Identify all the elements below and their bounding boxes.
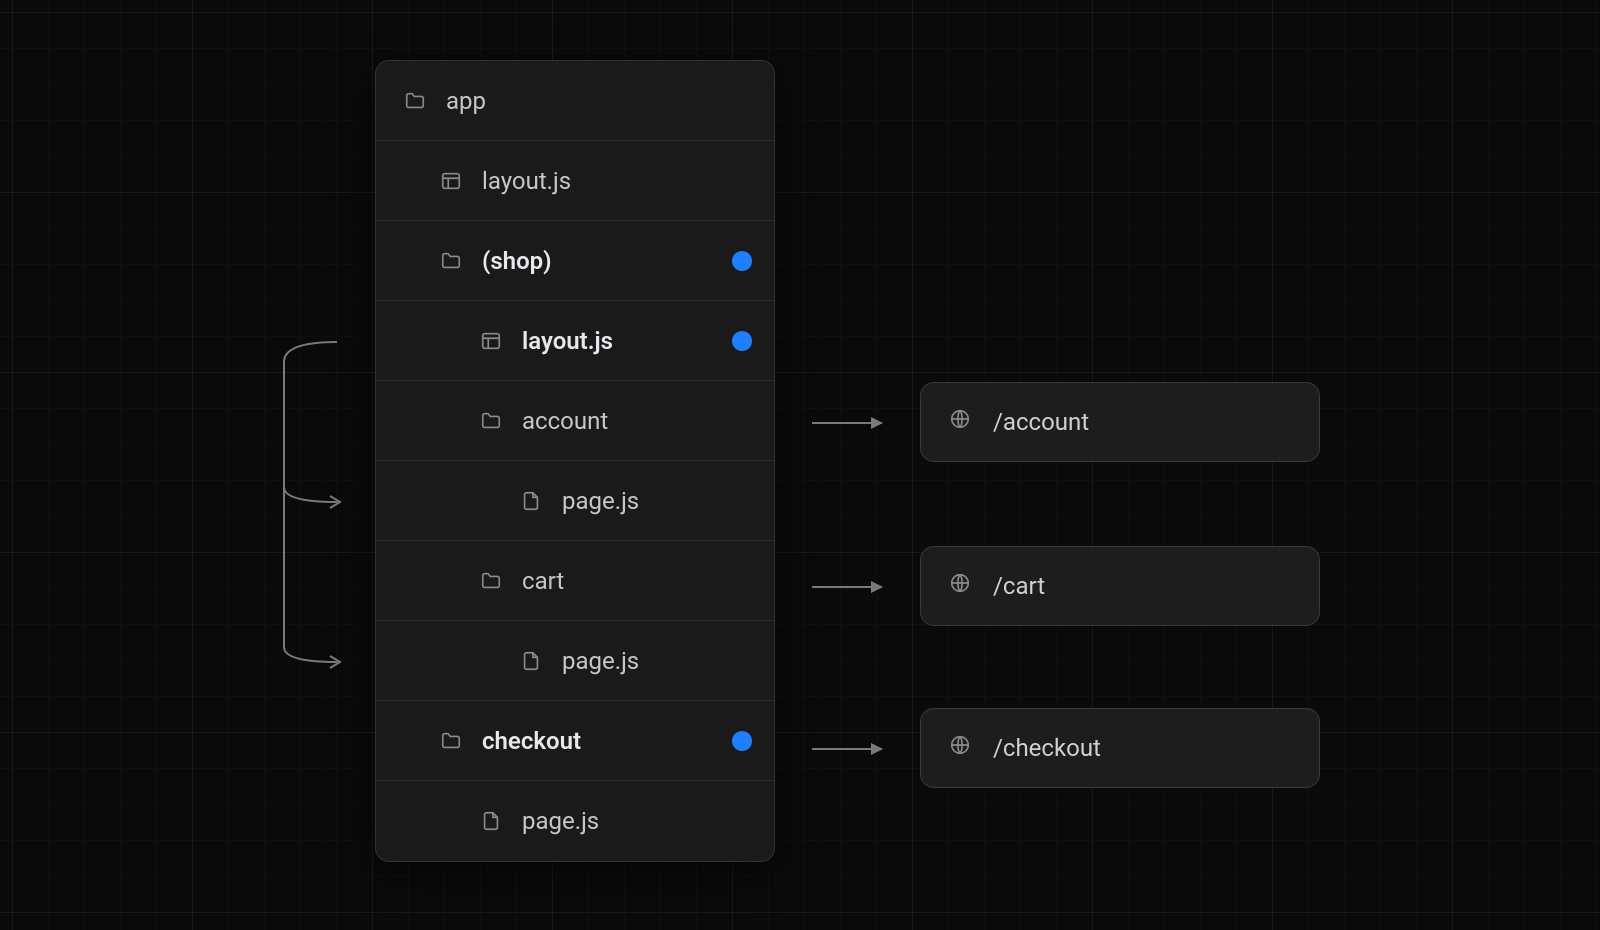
tree-row-layout: layout.js bbox=[376, 141, 774, 221]
tree-label: page.js bbox=[562, 487, 774, 515]
arrow-icon bbox=[812, 586, 882, 588]
tree-row-cart: cart bbox=[376, 541, 774, 621]
route-url-account: /account bbox=[920, 382, 1320, 462]
file-tree-panel: app layout.js (shop) layout.js account p… bbox=[375, 60, 775, 862]
tree-row-checkout: checkout bbox=[376, 701, 774, 781]
tree-label: layout.js bbox=[522, 327, 732, 355]
route-url-cart: /cart bbox=[920, 546, 1320, 626]
tree-row-cart-page: page.js bbox=[376, 621, 774, 701]
route-url-label: /checkout bbox=[993, 734, 1101, 762]
tree-row-checkout-page: page.js bbox=[376, 781, 774, 861]
highlight-dot bbox=[732, 331, 752, 351]
highlight-dot bbox=[732, 731, 752, 751]
tree-label: (shop) bbox=[482, 247, 732, 275]
globe-icon bbox=[949, 734, 971, 762]
route-url-checkout: /checkout bbox=[920, 708, 1320, 788]
arrow-icon bbox=[812, 422, 882, 424]
globe-icon bbox=[949, 572, 971, 600]
tree-label: cart bbox=[522, 567, 774, 595]
tree-label: page.js bbox=[522, 807, 774, 835]
route-url-label: /account bbox=[993, 408, 1089, 436]
folder-icon bbox=[404, 90, 426, 112]
tree-label: checkout bbox=[482, 727, 732, 755]
file-icon bbox=[480, 810, 502, 832]
layout-bracket-connector bbox=[282, 342, 342, 672]
folder-icon bbox=[480, 410, 502, 432]
arrow-icon bbox=[812, 748, 882, 750]
layout-icon bbox=[440, 170, 462, 192]
folder-icon bbox=[440, 250, 462, 272]
folder-icon bbox=[480, 570, 502, 592]
diagram-stage: app layout.js (shop) layout.js account p… bbox=[0, 0, 1600, 930]
layout-icon bbox=[480, 330, 502, 352]
file-icon bbox=[520, 650, 542, 672]
route-url-label: /cart bbox=[993, 572, 1045, 600]
file-icon bbox=[520, 490, 542, 512]
tree-label: app bbox=[446, 87, 774, 115]
tree-label: page.js bbox=[562, 647, 774, 675]
tree-label: account bbox=[522, 407, 774, 435]
tree-label: layout.js bbox=[482, 167, 774, 195]
globe-icon bbox=[949, 408, 971, 436]
tree-row-app: app bbox=[376, 61, 774, 141]
tree-row-shop-group: (shop) bbox=[376, 221, 774, 301]
folder-icon bbox=[440, 730, 462, 752]
tree-row-account: account bbox=[376, 381, 774, 461]
tree-row-shop-layout: layout.js bbox=[376, 301, 774, 381]
tree-row-account-page: page.js bbox=[376, 461, 774, 541]
highlight-dot bbox=[732, 251, 752, 271]
